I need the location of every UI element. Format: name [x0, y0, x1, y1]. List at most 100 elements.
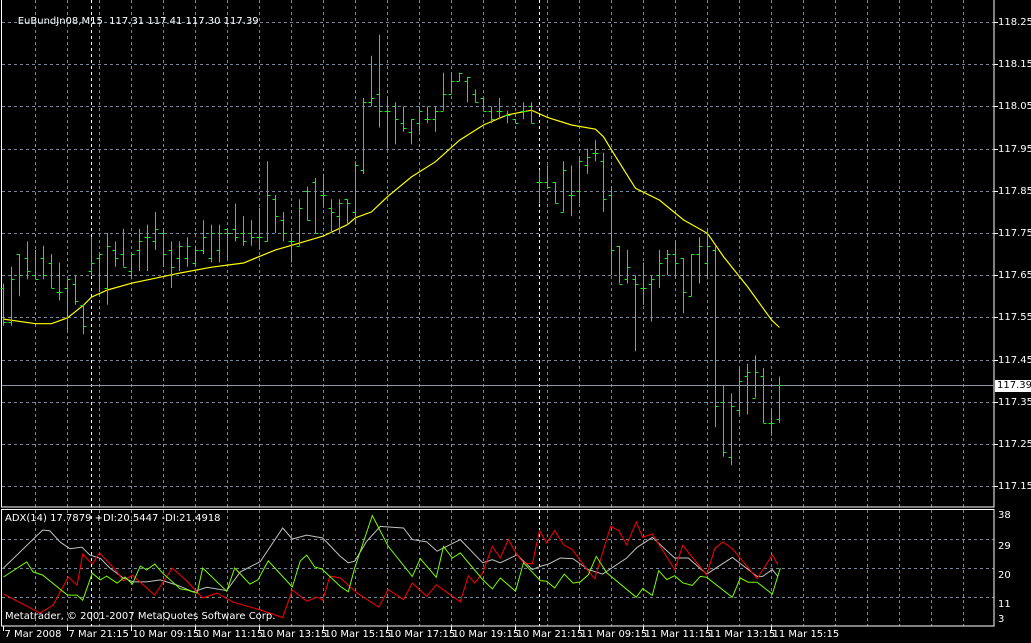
ohlc-bar — [168, 241, 175, 288]
ohlc-bar — [64, 279, 71, 331]
ohlc-bar — [208, 224, 215, 263]
ohlc-bar — [720, 384, 727, 457]
ohlc-bar — [768, 410, 775, 436]
ohlc-bar — [16, 254, 23, 297]
current-price-label: 117.39 — [995, 379, 1031, 392]
time-axis-label: 11 Mar 09:15 — [580, 629, 648, 640]
chart-window[interactable]: EuBundJn08,M15 117.31 117.41 117.30 117.… — [0, 0, 1031, 643]
ohlc-bar — [88, 237, 95, 276]
ohlc-bar — [272, 195, 279, 233]
ohlc-bar — [376, 34, 383, 128]
price-chart-canvas[interactable] — [0, 0, 1031, 643]
ohlc-bar — [480, 98, 487, 112]
ohlc-bar — [472, 89, 479, 103]
time-axis-label: 11 Mar 13:15 — [708, 629, 776, 640]
ohlc-bar — [256, 207, 263, 250]
price-axis-label: 117.45 — [998, 354, 1031, 366]
ohlc-bar — [192, 245, 199, 267]
ohlc-bar — [384, 98, 391, 149]
ohlc-bar — [440, 72, 447, 112]
ohlc-bar — [232, 203, 239, 242]
ohlc-bar — [576, 157, 583, 204]
ohlc-bar — [496, 98, 503, 120]
price-axis-label: 117.35 — [998, 396, 1031, 408]
time-axis-label: 10 Mar 09:15 — [132, 629, 200, 640]
time-axis-label: 10 Mar 19:15 — [452, 629, 520, 640]
ohlc-bar — [360, 98, 367, 174]
ohlc-bar — [584, 148, 591, 174]
ohlc-bar — [680, 258, 687, 314]
ohlc-bar — [536, 169, 543, 204]
indicator-axis-label: 29 — [998, 541, 1011, 552]
ohlc-bar — [624, 249, 631, 284]
plus-di-line — [3, 514, 781, 602]
ohlc-bar — [144, 224, 151, 271]
time-axis-label: 7 Mar 21:15 — [68, 629, 129, 640]
minus-di-line — [3, 520, 779, 619]
price-axis-label: 117.95 — [998, 143, 1031, 155]
indicator-axis-label: 3 — [998, 614, 1005, 625]
indicator-axis-label: 38 — [998, 510, 1011, 521]
ohlc-bar — [408, 119, 415, 145]
ohlc-bar — [216, 224, 223, 263]
ohlc-bar — [280, 211, 287, 242]
price-axis-label: 117.85 — [998, 185, 1031, 197]
ohlc-bar — [344, 199, 351, 225]
ohlc-bar — [752, 355, 759, 399]
ohlc-bar — [512, 119, 519, 124]
ohlc-bar — [104, 233, 111, 305]
ohlc-bar — [56, 262, 63, 301]
time-axis-label: 10 Mar 21:15 — [516, 629, 584, 640]
ohlc-bar — [592, 140, 599, 162]
ohlc-bar — [736, 368, 743, 415]
ohlc-bar — [568, 165, 575, 217]
ohlc-bar — [392, 102, 399, 145]
ohlc-bar — [264, 161, 271, 242]
ohlc-bar — [152, 211, 159, 250]
ohlc-bar — [48, 254, 55, 289]
ohlc-bar — [672, 241, 679, 276]
ohlc-bar — [296, 199, 303, 247]
ohlc-bar — [176, 241, 183, 271]
ohlc-bar — [728, 393, 735, 466]
price-axis-label: 118.15 — [998, 58, 1031, 70]
ohlc-bar — [712, 245, 719, 428]
ohlc-bar — [200, 220, 207, 255]
time-axis-label: 10 Mar 17:15 — [388, 629, 456, 640]
time-axis-label: 10 Mar 11:15 — [196, 629, 264, 640]
adx-header: ADX(14) 17.7879 +DI:20.5447 -DI:21.4918 — [5, 513, 221, 524]
ohlc-bar — [320, 173, 327, 208]
ohlc-bar — [80, 304, 87, 335]
ohlc-bar — [328, 199, 335, 233]
ohlc-bar — [32, 249, 39, 280]
ohlc-bar — [432, 106, 439, 132]
ohlc-bar — [776, 376, 783, 423]
symbol-label: EuBundJn08,M15 — [17, 16, 103, 27]
ohlc-bar — [664, 249, 671, 276]
ohlc-bar — [448, 72, 455, 95]
ohlc-bar — [640, 262, 647, 305]
ohlc-readout: 117.31 117.41 117.30 117.39 — [109, 16, 259, 27]
ohlc-bar — [248, 220, 255, 246]
ohlc-bar — [528, 102, 535, 124]
ohlc-bar — [760, 368, 767, 424]
ohlc-bar — [72, 275, 79, 305]
time-axis-label: 10 Mar 13:15 — [260, 629, 328, 640]
ohlc-bar — [520, 102, 527, 120]
ohlc-bar — [504, 110, 511, 124]
ohlc-bar — [632, 275, 639, 352]
indicator-axis-label: 20 — [998, 570, 1011, 581]
price-axis-label: 117.65 — [998, 269, 1031, 281]
ohlc-bar — [24, 241, 31, 280]
ohlc-bar — [240, 216, 247, 246]
ohlc-bar — [608, 186, 615, 276]
main-chart-frame — [1, 0, 995, 508]
ohlc-bar — [696, 237, 703, 284]
ohlc-bar — [40, 245, 47, 280]
ohlc-bar — [368, 55, 375, 107]
time-axis-label: 11 Mar 11:15 — [644, 629, 712, 640]
ohlc-bar — [120, 228, 127, 268]
ohlc-bar — [456, 72, 463, 82]
moving-average-line — [3, 109, 780, 328]
ohlc-bar — [288, 233, 295, 263]
